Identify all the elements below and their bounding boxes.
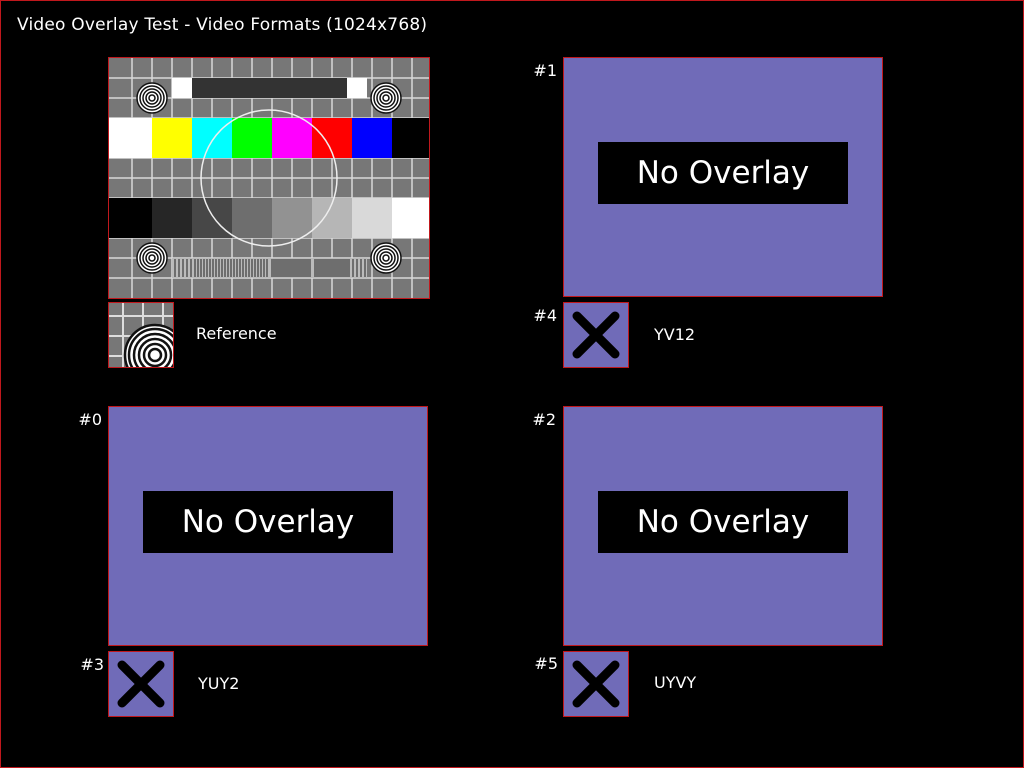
x-mark-icon — [572, 660, 620, 708]
format-thumbnail-yv12 — [563, 302, 629, 368]
video-panel-0: No Overlay — [108, 406, 428, 646]
video-panel-2: No Overlay — [563, 406, 883, 646]
reference-test-card — [108, 57, 430, 299]
test-card-icon — [109, 303, 173, 367]
reference-label: Reference — [196, 324, 277, 343]
window-title: Video Overlay Test - Video Formats (1024… — [17, 15, 428, 35]
format-number-4: #4 — [533, 306, 557, 325]
reference-thumbnail — [108, 302, 174, 368]
no-overlay-label: No Overlay — [143, 491, 393, 553]
x-mark-icon — [117, 660, 165, 708]
format-number-5: #5 — [534, 654, 558, 673]
panel-number-1: #1 — [533, 61, 557, 80]
format-label-yuy2: YUY2 — [198, 674, 240, 693]
no-overlay-label: No Overlay — [598, 142, 848, 204]
format-thumbnail-yuy2 — [108, 651, 174, 717]
video-panel-1: No Overlay — [563, 57, 883, 297]
no-overlay-label: No Overlay — [598, 491, 848, 553]
format-thumbnail-uyvy — [563, 651, 629, 717]
test-card-icon — [109, 58, 429, 298]
format-number-3: #3 — [80, 655, 104, 674]
panel-number-2: #2 — [532, 410, 556, 429]
format-label-yv12: YV12 — [654, 325, 696, 344]
x-mark-icon — [572, 311, 620, 359]
format-label-uyvy: UYVY — [654, 673, 697, 692]
panel-number-0: #0 — [78, 410, 102, 429]
